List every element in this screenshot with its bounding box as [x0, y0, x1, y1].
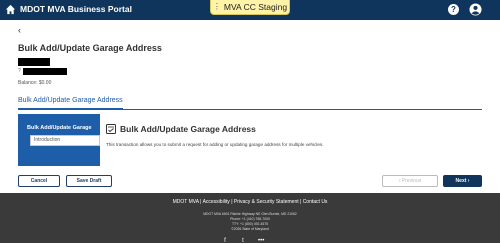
social-links: f t ••• [222, 238, 282, 244]
footer-phone: Phone: +1 (410) 768-7000 [230, 217, 270, 221]
action-buttons: Cancel Save Draft ‹ Previous Next › [18, 175, 482, 188]
user-account-icon[interactable] [469, 3, 482, 16]
footer-tty: TTY: +1 (800) 492-4575 [231, 222, 269, 226]
twitter-icon[interactable]: t [240, 238, 246, 244]
footer: MDOT MVA | Accessibility | Privacy & Sec… [0, 193, 500, 244]
redacted-account-number [23, 68, 67, 75]
previous-button[interactable]: ‹ Previous [382, 175, 438, 187]
page-title: Bulk Add/Update Garage Address [18, 43, 162, 53]
more-icon[interactable]: ••• [258, 238, 264, 244]
steps-sidebar: Bulk Add/Update Garage Introduction [18, 114, 100, 166]
environment-label: MVA CC Staging [223, 2, 288, 12]
footer-links[interactable]: MDOT MVA | Accessibility | Privacy & Sec… [0, 199, 500, 205]
account-balance: Balance: $0.00 [18, 80, 52, 86]
tab-bulk-garage-address[interactable]: Bulk Add/Update Garage Address [18, 96, 123, 110]
tab-bar: Bulk Add/Update Garage Address [18, 96, 482, 110]
transaction-panel: Bulk Add/Update Garage Introduction Bulk… [18, 114, 482, 166]
drag-handle-icon: ⋮ [212, 2, 221, 11]
footer-copyright: ©2026 State of Maryland [231, 227, 269, 231]
account-prefix: ? [18, 68, 21, 74]
checklist-icon [106, 124, 116, 134]
footer-address: MDOT MVA 6601 Ritchie Highway NE Glen Bu… [203, 212, 297, 216]
steps-heading: Bulk Add/Update Garage [27, 125, 92, 131]
save-draft-button[interactable]: Save Draft [66, 175, 112, 187]
environment-badge: ⋮ MVA CC Staging [210, 0, 290, 15]
next-button[interactable]: Next › [443, 175, 482, 187]
step-introduction[interactable]: Introduction [30, 135, 100, 146]
section-description: This transaction allows you to submit a … [106, 142, 324, 147]
home-icon[interactable] [5, 4, 16, 15]
back-button[interactable]: ‹ [18, 25, 21, 35]
facebook-icon[interactable]: f [222, 238, 228, 244]
help-icon[interactable]: ? [448, 4, 459, 15]
section-title: Bulk Add/Update Garage Address [120, 124, 256, 134]
portal-title[interactable]: MDOT MVA Business Portal [20, 4, 132, 14]
redacted-business-name [18, 58, 50, 66]
cancel-button[interactable]: Cancel [18, 175, 60, 187]
top-navigation-bar: MDOT MVA Business Portal ⋮ MVA CC Stagin… [0, 0, 500, 20]
